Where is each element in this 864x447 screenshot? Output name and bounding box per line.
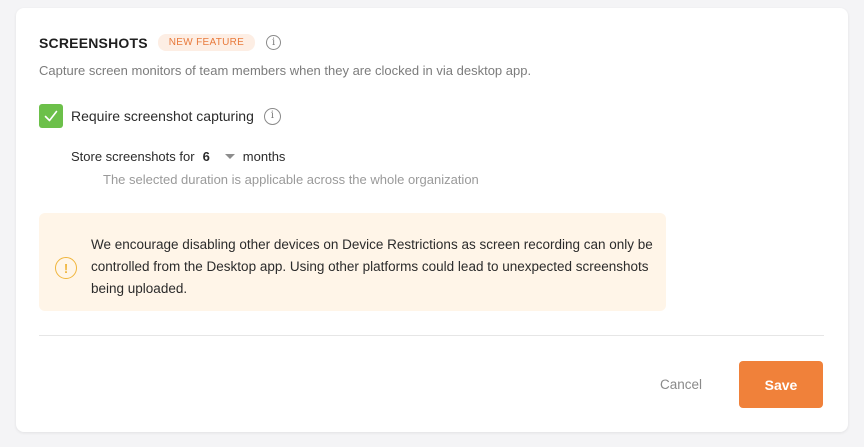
section-header: SCREENSHOTS NEW FEATURE i [39,34,282,51]
retention-prefix: Store screenshots for [71,149,195,164]
checkmark-icon [44,110,58,122]
info-icon[interactable]: i [263,107,281,125]
cancel-button[interactable]: Cancel [643,374,719,394]
warning-circle-icon: ! [55,257,77,279]
section-title: SCREENSHOTS [39,34,148,51]
device-restriction-alert: ! We encourage disabling other devices o… [39,213,666,311]
require-capture-label[interactable]: Require screenshot capturing [71,108,254,124]
retention-months-select[interactable]: 6 [203,149,210,164]
divider [39,335,824,336]
new-feature-badge: NEW FEATURE [157,34,256,51]
chevron-down-icon[interactable] [224,154,235,159]
info-icon[interactable]: i [266,35,282,50]
screenshots-settings-card: SCREENSHOTS NEW FEATURE i Capture screen… [16,8,848,432]
alert-text: We encourage disabling other devices on … [91,237,653,296]
retention-row: Store screenshots for 6 months [71,149,285,164]
require-capture-checkbox[interactable] [39,104,63,128]
require-capture-row: Require screenshot capturing i [39,104,281,128]
retention-unit: months [242,149,286,164]
retention-hint: The selected duration is applicable acro… [103,172,479,187]
save-button[interactable]: Save [739,361,823,408]
section-description: Capture screen monitors of team members … [39,63,532,78]
